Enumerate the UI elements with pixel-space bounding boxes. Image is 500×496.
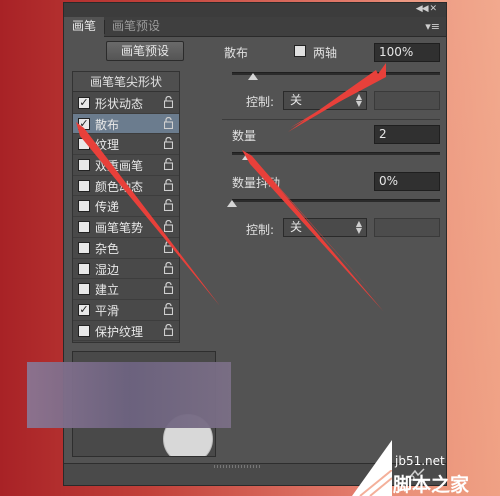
tab-bar: 画笔 画笔预设 ▾≡ <box>64 17 446 37</box>
list-item[interactable]: ✓ 平滑 <box>73 300 179 321</box>
item-label: 杂色 <box>95 241 120 256</box>
item-checkbox[interactable] <box>78 262 90 275</box>
blurred-overlay <box>27 362 231 428</box>
item-label: 保护纹理 <box>95 324 144 339</box>
scatter-control-value: 关 <box>290 93 303 107</box>
list-item[interactable]: 湿边 <box>73 259 179 280</box>
brush-options-list: 画笔笔尖形状 ✓ 形状动态 ✓ 散布纹理双重画笔颜色动态传递画笔笔势杂色湿边建立 ✓ 平滑… <box>72 71 180 343</box>
select-arrows-icon: ▲ ▼ <box>355 219 362 235</box>
item-checkbox[interactable] <box>78 283 90 296</box>
lock-icon[interactable] <box>164 178 173 191</box>
jitter-control-value: 关 <box>290 220 303 234</box>
item-checkbox[interactable] <box>78 221 90 234</box>
scatter-value-field[interactable]: 100% <box>374 43 440 62</box>
scatter-slider-thumb[interactable] <box>247 73 258 80</box>
item-label: 纹理 <box>95 138 120 153</box>
control-label-2: 控制: <box>246 223 275 237</box>
control-disabled-field <box>374 91 440 110</box>
item-label: 双重画笔 <box>95 159 144 174</box>
count-slider-track[interactable] <box>232 152 440 155</box>
lock-icon[interactable] <box>164 96 173 108</box>
item-label: 颜色动态 <box>95 179 144 194</box>
lock-icon[interactable] <box>164 137 173 150</box>
list-item[interactable]: 颜色动态 <box>73 176 179 197</box>
list-item[interactable]: ✓ 散布 <box>73 113 179 135</box>
item-checkbox[interactable] <box>78 241 90 254</box>
scatter-slider-track[interactable] <box>232 72 440 75</box>
lock-icon[interactable] <box>164 220 173 233</box>
item-checkbox[interactable] <box>78 324 90 337</box>
count-jitter-slider-track[interactable] <box>232 199 440 202</box>
list-item[interactable]: 建立 <box>73 279 179 300</box>
control-disabled-field-2 <box>374 218 440 237</box>
item-checkbox[interactable]: ✓ <box>78 117 90 130</box>
count-value-field[interactable]: 2 <box>374 125 440 144</box>
lock-icon[interactable] <box>164 323 173 336</box>
list-item[interactable]: 保护纹理 <box>73 321 179 342</box>
section-divider <box>222 119 440 120</box>
lock-icon[interactable] <box>164 261 173 274</box>
count-slider-thumb[interactable] <box>241 153 252 160</box>
lock-icon[interactable] <box>164 158 173 171</box>
count-jitter-slider-thumb[interactable] <box>227 200 237 207</box>
item-label: 建立 <box>95 283 120 298</box>
list-item[interactable]: 画笔笔势 <box>73 217 179 238</box>
scatter-control-select[interactable]: 关 ▲ ▼ <box>283 91 367 110</box>
resize-grip[interactable] <box>214 465 260 468</box>
count-jitter-value-field[interactable]: 0% <box>374 172 440 191</box>
item-checkbox[interactable]: ✓ <box>78 97 90 109</box>
item-checkbox[interactable] <box>78 159 90 172</box>
item-checkbox[interactable] <box>78 179 90 192</box>
item-checkbox[interactable] <box>78 200 90 213</box>
watermark-lines <box>359 470 392 496</box>
lock-icon[interactable] <box>164 116 173 129</box>
scatter-label: 散布 <box>224 46 249 60</box>
tab-brush-presets[interactable]: 画笔预设 <box>104 17 168 37</box>
item-checkbox[interactable] <box>78 138 90 151</box>
brush-tip-shape-item[interactable]: 画笔笔尖形状 <box>73 72 179 92</box>
tab-brush[interactable]: 画笔 <box>64 17 105 37</box>
watermark-logo-text: 脚本之家 <box>393 474 470 496</box>
select-arrows-icon: ▲ ▼ <box>355 92 362 108</box>
item-checkbox[interactable]: ✓ <box>78 303 90 316</box>
jitter-control-select[interactable]: 关 ▲ ▼ <box>283 218 367 237</box>
list-item[interactable]: ✓ 形状动态 <box>73 93 179 114</box>
count-jitter-label: 数量抖动 <box>232 176 281 190</box>
list-item[interactable]: 双重画笔 <box>73 155 179 176</box>
count-label: 数量 <box>232 129 257 143</box>
list-item[interactable]: 传递 <box>73 196 179 218</box>
brush-presets-button[interactable]: 画笔预设 <box>106 41 184 61</box>
panel-title-strip[interactable]: ◀◀ ✕ <box>64 3 446 17</box>
item-label: 平滑 <box>95 303 120 318</box>
both-axes-label: 两轴 <box>313 46 338 60</box>
lock-icon[interactable] <box>164 302 173 315</box>
item-label: 湿边 <box>95 262 120 277</box>
lock-icon[interactable] <box>164 282 173 295</box>
item-label: 传递 <box>95 200 120 215</box>
list-items: ✓ 形状动态 ✓ 散布纹理双重画笔颜色动态传递画笔笔势杂色湿边建立 ✓ 平滑保护纹理 <box>73 93 179 342</box>
list-item[interactable]: 杂色 <box>73 238 179 259</box>
collapse-icon[interactable]: ◀◀ ✕ <box>416 4 437 14</box>
both-axes-checkbox[interactable] <box>294 45 306 57</box>
item-label: 画笔笔势 <box>95 221 144 236</box>
item-label: 散布 <box>95 117 120 132</box>
lock-icon[interactable] <box>164 199 173 212</box>
item-label: 形状动态 <box>95 97 144 111</box>
panel-menu-icon[interactable]: ▾≡ <box>425 20 440 33</box>
control-label: 控制: <box>246 95 275 109</box>
watermark-url: jb51.net <box>395 454 445 468</box>
lock-icon[interactable] <box>164 240 173 253</box>
list-item[interactable]: 纹理 <box>73 134 179 156</box>
